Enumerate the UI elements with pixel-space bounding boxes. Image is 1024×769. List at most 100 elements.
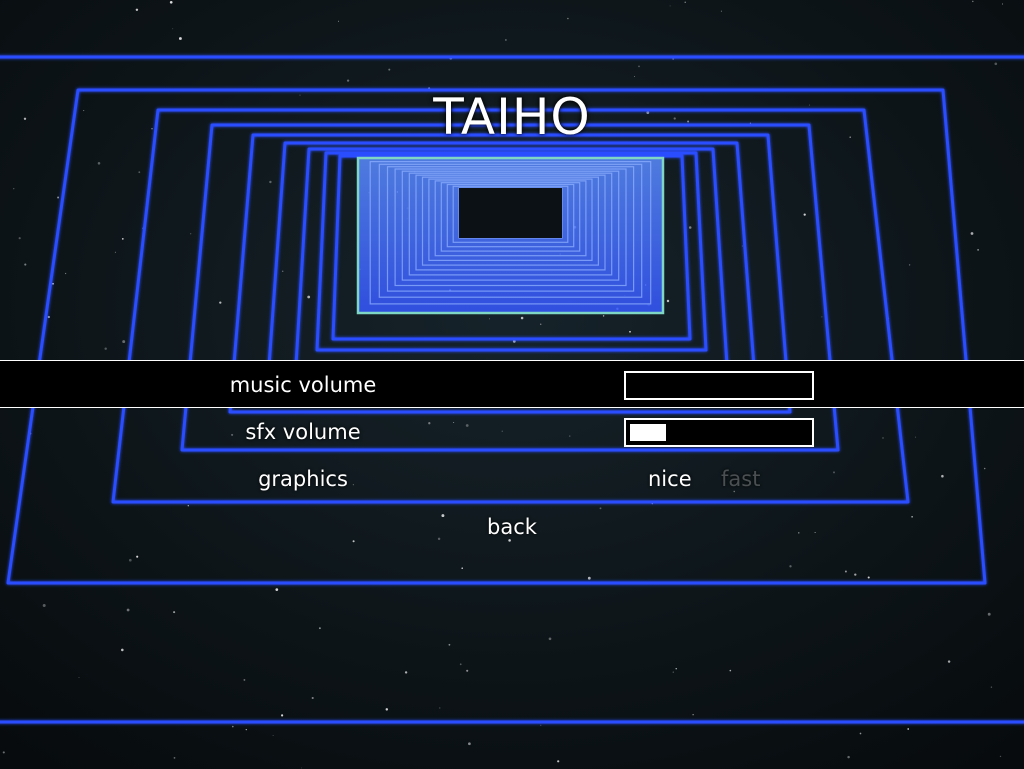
star (42, 604, 46, 607)
star (219, 301, 222, 304)
back-button[interactable]: back (0, 503, 1024, 551)
star (672, 671, 674, 673)
star (557, 760, 560, 763)
star (789, 565, 792, 568)
star (844, 570, 847, 573)
star (128, 558, 132, 562)
graphics-row: graphics nice fast (0, 455, 1024, 503)
star (977, 249, 979, 251)
music-volume-slider[interactable] (624, 371, 814, 400)
star (669, 5, 671, 7)
star (135, 8, 139, 12)
tunnel-exit-window (459, 188, 562, 238)
game-title: TAIHO (433, 88, 591, 146)
star (459, 663, 462, 666)
star (173, 611, 176, 614)
star (692, 714, 694, 716)
star (999, 755, 1002, 758)
star (136, 555, 139, 558)
sfx-volume-row[interactable]: sfx volume (0, 408, 1024, 456)
star (169, 0, 173, 4)
sfx-volume-label[interactable]: sfx volume (150, 408, 456, 456)
star (52, 282, 54, 285)
star (346, 79, 350, 82)
star (281, 270, 284, 272)
star (489, 318, 490, 320)
star (385, 708, 389, 711)
star (388, 68, 391, 71)
star (684, 1, 686, 3)
star (281, 714, 284, 717)
star (269, 180, 272, 184)
star (245, 728, 247, 731)
star (190, 233, 192, 235)
star (138, 171, 141, 174)
star (602, 315, 605, 317)
star (629, 330, 631, 333)
sfx-volume-slider[interactable] (624, 418, 814, 447)
star (57, 196, 60, 199)
star (122, 340, 126, 344)
star (972, 0, 974, 3)
star (114, 251, 116, 253)
star (307, 295, 311, 299)
star (78, 677, 80, 678)
star (803, 213, 806, 216)
star (821, 316, 823, 318)
star (97, 162, 101, 165)
star (638, 65, 640, 68)
star (173, 757, 176, 759)
star (540, 323, 542, 325)
star (468, 742, 471, 746)
star (172, 28, 174, 30)
star (741, 245, 743, 247)
star (64, 272, 67, 275)
star (121, 238, 124, 240)
star (2, 751, 5, 754)
star (272, 735, 274, 736)
star (688, 226, 692, 229)
sfx-volume-level (630, 424, 666, 441)
star (907, 728, 910, 730)
star (867, 576, 870, 579)
star (908, 264, 911, 266)
star (243, 678, 246, 681)
star (994, 62, 998, 66)
star (990, 686, 993, 688)
star (729, 669, 732, 672)
star (301, 767, 302, 769)
star (232, 725, 234, 728)
music-volume-row[interactable]: music volume (0, 360, 1024, 408)
star (567, 17, 569, 20)
star (126, 608, 130, 612)
star (505, 39, 507, 41)
star (275, 588, 279, 591)
star (854, 573, 857, 576)
star (439, 707, 441, 709)
star (587, 576, 591, 580)
graphics-option-nice[interactable]: nice (648, 455, 692, 503)
star (24, 263, 27, 266)
graphics-option-fast[interactable]: fast (721, 455, 760, 503)
star (318, 627, 321, 630)
star (720, 10, 722, 12)
star (178, 37, 182, 40)
star (947, 660, 951, 663)
star (859, 732, 862, 735)
graphics-label[interactable]: graphics (150, 455, 456, 503)
music-volume-label[interactable]: music volume (150, 361, 456, 409)
star (448, 643, 451, 646)
star (404, 671, 408, 674)
star (466, 669, 469, 672)
star (47, 315, 50, 319)
star (1001, 3, 1004, 5)
star (18, 237, 21, 240)
star (338, 20, 339, 22)
star (634, 76, 635, 77)
star (666, 299, 670, 303)
star (121, 648, 124, 652)
star (104, 347, 107, 350)
star (970, 232, 974, 235)
star (13, 188, 15, 190)
star (847, 755, 850, 759)
